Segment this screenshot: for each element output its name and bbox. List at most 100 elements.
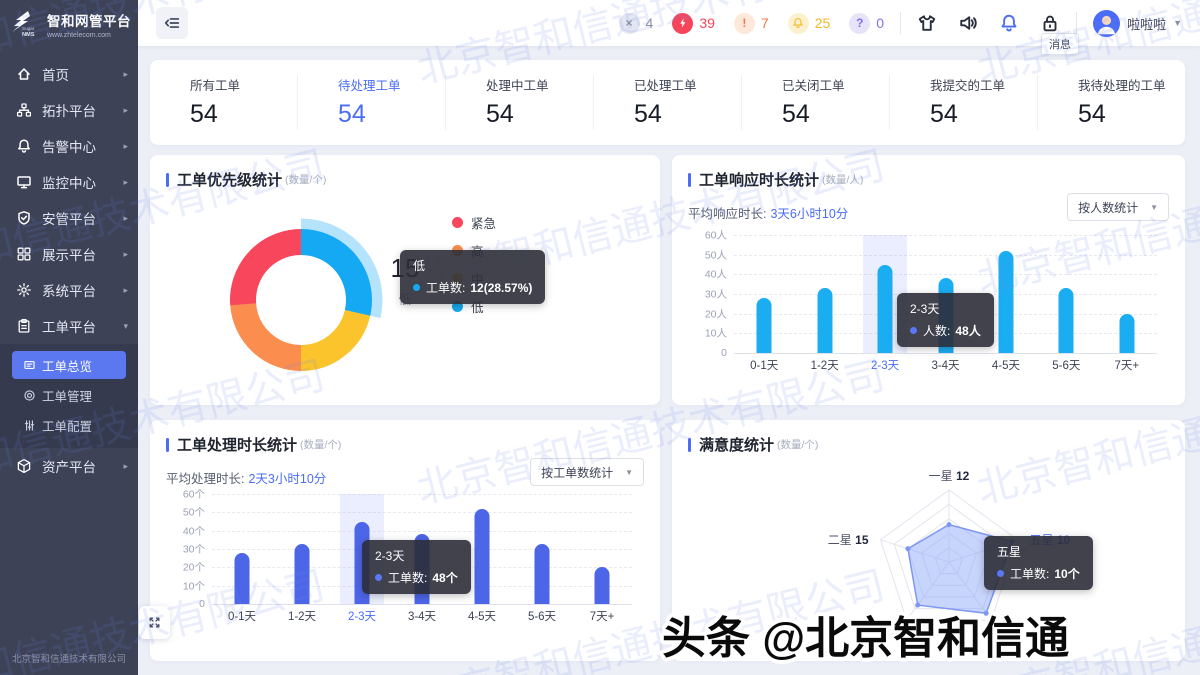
- sidebar-item-alarm[interactable]: 告警中心▸: [0, 128, 138, 164]
- x-axis-label: 2-3天: [348, 608, 376, 624]
- x-axis-label: 3-4天: [931, 357, 959, 373]
- workorder-stats-card: 所有工单54待处理工单54处理中工单54已处理工单54已关闭工单54我提交的工单…: [150, 60, 1185, 145]
- stat-label: 处理中工单: [486, 75, 593, 94]
- title-accent-bar: [688, 173, 691, 187]
- chevron-down-icon: ▼: [1150, 203, 1158, 212]
- alarm-badge-unknown[interactable]: ?0: [849, 13, 884, 34]
- legend-item-2[interactable]: 中: [452, 264, 496, 292]
- bar-2-3天[interactable]: [878, 265, 893, 354]
- gridline: [734, 235, 1157, 236]
- sidebar-item-display[interactable]: 展示平台▸: [0, 236, 138, 272]
- legend-dot: [452, 217, 463, 228]
- user-menu[interactable]: 啦啦啦 ▼: [1093, 10, 1182, 37]
- y-axis-label: 10人: [705, 326, 727, 341]
- bar-1-2天[interactable]: [295, 544, 310, 605]
- legend-dot: [452, 245, 463, 256]
- app-title: 智和网管平台: [47, 10, 131, 30]
- gridline: [212, 494, 632, 495]
- sidebar-subitem-label: 工单总览: [42, 356, 92, 375]
- bar-5-6天[interactable]: [535, 544, 550, 605]
- alarm-badge-critical[interactable]: 39: [672, 13, 715, 34]
- bar-3-4天[interactable]: [415, 534, 430, 604]
- sidebar-item-security[interactable]: 安管平台▸: [0, 200, 138, 236]
- sidebar-subitem-config[interactable]: 工单配置: [12, 411, 126, 439]
- stat-label: 我待处理的工单: [1078, 75, 1185, 94]
- sidebar-subitem-overview[interactable]: 工单总览: [12, 351, 126, 379]
- svg-text:二星 15: 二星 15: [828, 533, 869, 547]
- fullscreen-expand-button[interactable]: [139, 606, 170, 639]
- stat-card-5[interactable]: 我提交的工单54: [890, 75, 1038, 130]
- chevron-down-icon: ▼: [1173, 18, 1182, 28]
- collapse-sidebar-button[interactable]: [156, 7, 188, 39]
- stat-value: 54: [782, 100, 889, 129]
- sidebar-subitem-manage[interactable]: 工单管理: [12, 381, 126, 409]
- logo-icon: SugarNMS: [8, 9, 42, 39]
- x-axis-label: 4-5天: [992, 357, 1020, 373]
- stat-card-6[interactable]: 我待处理的工单54: [1038, 75, 1185, 130]
- bar-0-1天[interactable]: [235, 553, 250, 604]
- tool-message-button[interactable]: [999, 13, 1019, 33]
- bar-0-1天[interactable]: [757, 298, 772, 353]
- alarm-badge-clear[interactable]: ×4: [619, 13, 654, 34]
- sidebar-item-monitor[interactable]: 监控中心▸: [0, 164, 138, 200]
- legend-label: 紧急: [471, 213, 496, 232]
- lock-icon: [1040, 13, 1060, 33]
- legend-label: 高: [471, 241, 484, 260]
- bar-1-2天[interactable]: [817, 288, 832, 353]
- y-axis-label: 20人: [705, 306, 727, 321]
- bar-2-3天[interactable]: [355, 522, 370, 605]
- avg-label: 平均处理时长:: [166, 472, 244, 486]
- legend-item-3[interactable]: 低: [452, 292, 496, 320]
- avg-value: 2天3小时10分: [248, 472, 326, 486]
- sidebar-item-workorder[interactable]: 工单平台▾: [0, 308, 138, 344]
- stat-value: 54: [338, 100, 445, 129]
- sidebar-item-asset[interactable]: 资产平台▸: [0, 448, 138, 484]
- stat-card-1[interactable]: 待处理工单54: [298, 75, 446, 130]
- priority-donut-chart[interactable]: [208, 207, 394, 393]
- sidebar-item-home[interactable]: 首页▸: [0, 56, 138, 92]
- tool-theme-button[interactable]: [917, 13, 937, 33]
- stat-card-2[interactable]: 处理中工单54: [446, 75, 594, 130]
- sidebar-item-system[interactable]: 系统平台▸: [0, 272, 138, 308]
- x-axis-label: 1-2天: [811, 357, 839, 373]
- process-bar-chart[interactable]: 010个20个30个40个50个60个0-1天1-2天2-3天3-4天4-5天5…: [166, 494, 644, 626]
- sidebar-submenu: 工单总览工单管理工单配置: [0, 344, 138, 448]
- sidebar: SugarNMS 智和网管平台 www.zhtelecom.com 首页▸拓扑平…: [0, 0, 138, 675]
- bar-4-5天[interactable]: [475, 509, 490, 604]
- stat-label: 我提交的工单: [930, 75, 1037, 94]
- alarm-badge-major[interactable]: !7: [734, 13, 769, 34]
- legend-item-1[interactable]: 高: [452, 236, 496, 264]
- bar-7天+[interactable]: [1119, 314, 1134, 353]
- badge-glyph: !: [734, 13, 755, 34]
- bar-7天+[interactable]: [595, 567, 610, 604]
- stat-card-0[interactable]: 所有工单54: [150, 75, 298, 130]
- priority-legend: 紧急高中低: [452, 208, 496, 320]
- x-axis-label: 5-6天: [1052, 357, 1080, 373]
- legend-item-0[interactable]: 紧急: [452, 208, 496, 236]
- response-stat-mode-select[interactable]: 按人数统计 ▼: [1067, 193, 1169, 221]
- y-axis-label: 30人: [705, 287, 727, 302]
- svg-text:一星 12: 一星 12: [929, 469, 970, 483]
- alarm-bell-icon: [16, 138, 32, 154]
- bar-4-5天[interactable]: [998, 251, 1013, 353]
- response-bar-chart[interactable]: 010人20人30人40人50人60人0-1天1-2天2-3天3-4天4-5天5…: [688, 235, 1169, 375]
- panel-unit: (数量/个): [300, 437, 341, 452]
- process-stat-mode-select[interactable]: 按工单数统计 ▼: [530, 458, 644, 486]
- stat-card-3[interactable]: 已处理工单54: [594, 75, 742, 130]
- bar-3-4天[interactable]: [938, 278, 953, 353]
- chevron-right-icon: ▸: [123, 285, 128, 296]
- tool-announcement-button[interactable]: [958, 13, 978, 33]
- panel-unit: (数量/个): [285, 172, 326, 187]
- panel-title: 工单响应时长统计: [699, 169, 819, 190]
- tool-lock-button[interactable]: [1040, 13, 1060, 33]
- overview-icon: [23, 359, 36, 372]
- sidebar-item-topology[interactable]: 拓扑平台▸: [0, 92, 138, 128]
- gridline: [212, 604, 632, 605]
- satisfaction-radar-chart[interactable]: 一星 12五星 10四星 30三星 13二星 15: [672, 446, 1185, 658]
- stat-card-4[interactable]: 已关闭工单54: [742, 75, 890, 130]
- app-logo[interactable]: SugarNMS 智和网管平台 www.zhtelecom.com: [0, 0, 138, 46]
- bar-5-6天[interactable]: [1059, 288, 1074, 353]
- alarm-badge-notify[interactable]: 25: [788, 13, 831, 34]
- stat-value: 54: [190, 100, 297, 129]
- x-axis-label: 7天+: [1114, 357, 1139, 373]
